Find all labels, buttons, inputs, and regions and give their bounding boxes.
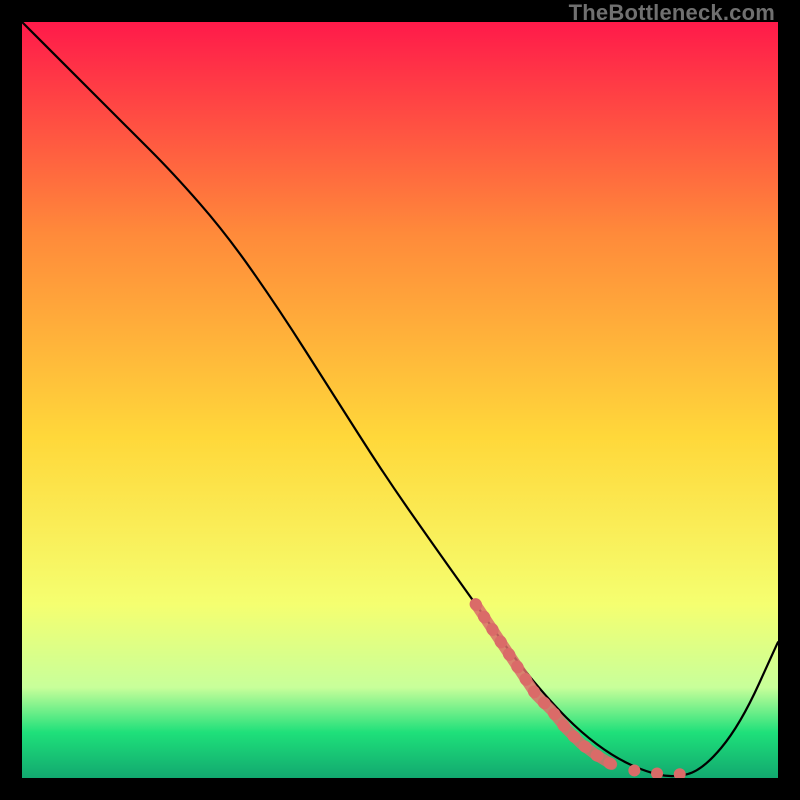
chart-svg — [22, 22, 778, 778]
chart-container: TheBottleneck.com — [0, 0, 800, 800]
highlight-dot — [628, 764, 640, 776]
plot-area — [22, 22, 778, 778]
watermark-label: TheBottleneck.com — [569, 0, 775, 26]
